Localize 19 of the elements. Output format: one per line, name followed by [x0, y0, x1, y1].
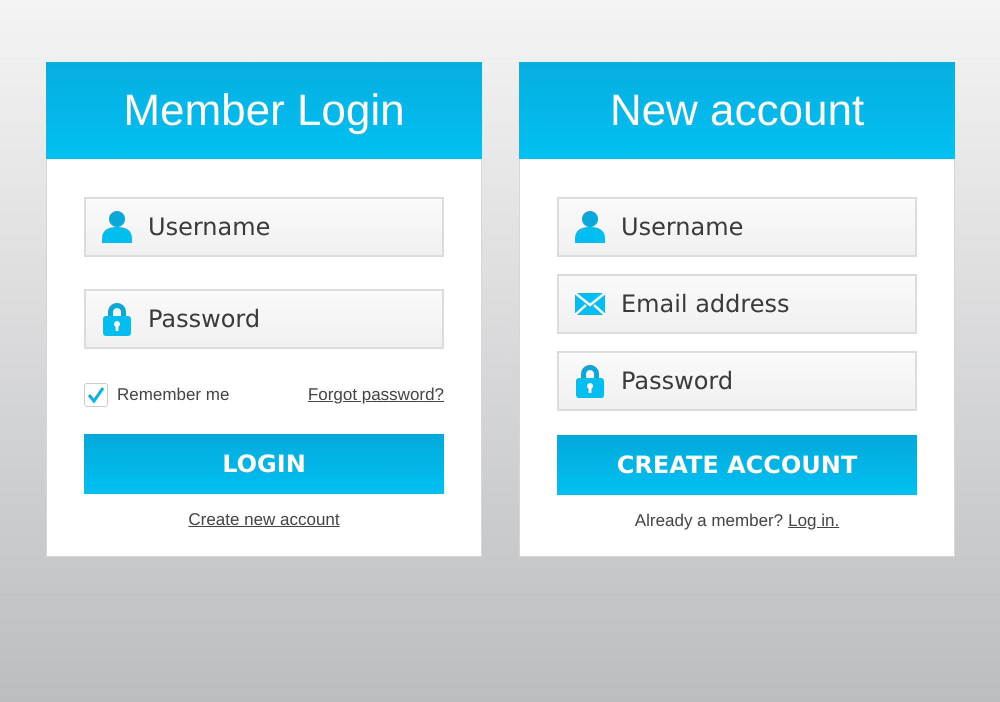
checkbox[interactable] [84, 383, 108, 407]
checkmark-icon [87, 386, 105, 404]
input-field[interactable]: Username [84, 197, 444, 257]
form-title: Member Login [123, 86, 405, 136]
user-icon [575, 211, 605, 243]
forgot-password-link[interactable]: Forgot password? [308, 385, 444, 405]
mail-icon [575, 293, 605, 315]
checkbox-label: Remember me [117, 385, 230, 405]
lock-icon [575, 364, 605, 398]
input-field[interactable]: Email address [557, 274, 917, 334]
input-field[interactable]: Password [84, 289, 444, 349]
input-field[interactable]: Username [557, 197, 917, 257]
footer-text: Already a member? [634, 511, 784, 531]
user-icon [102, 211, 132, 243]
footer-link[interactable]: Log in. [788, 511, 840, 531]
form-title: New account [610, 86, 864, 136]
footer-link[interactable]: Create new account [188, 510, 340, 530]
input-field[interactable]: Password [557, 351, 917, 411]
lock-icon [102, 302, 132, 336]
